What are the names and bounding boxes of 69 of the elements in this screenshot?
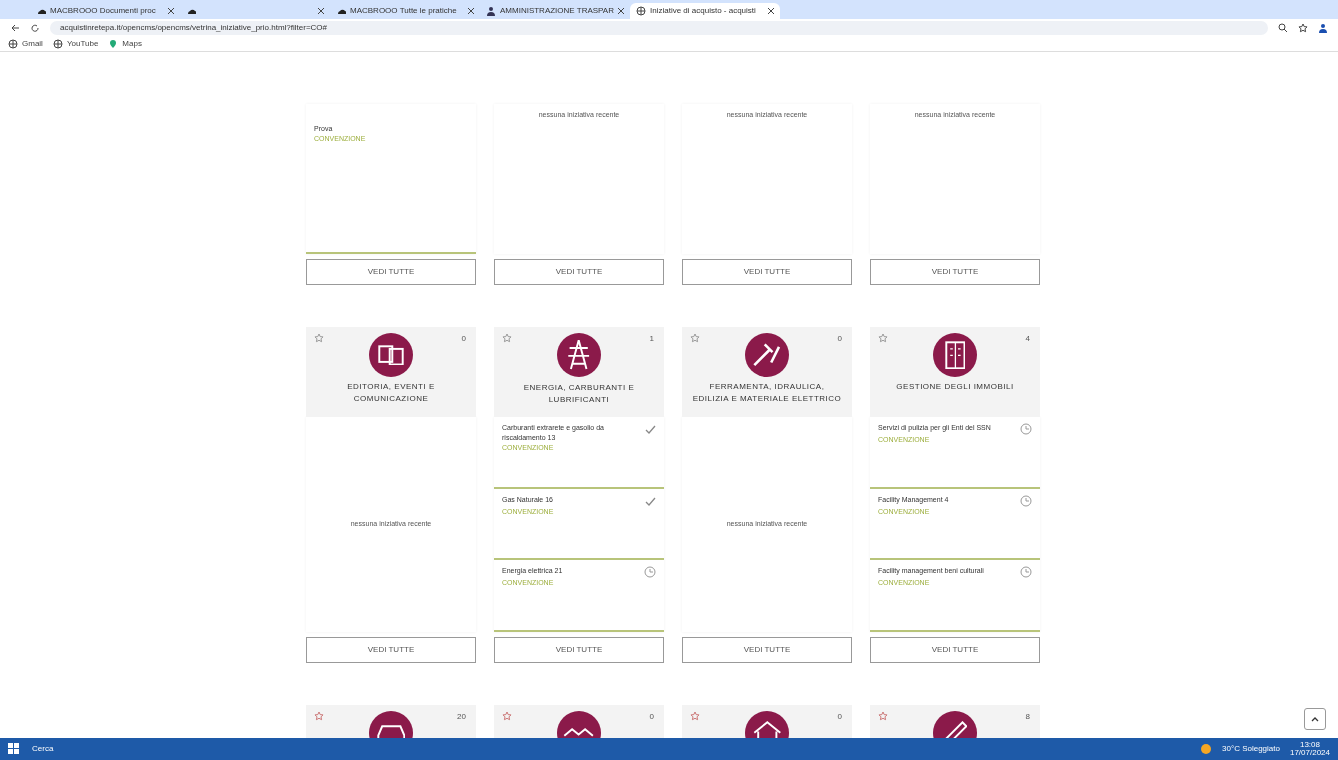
browser-tab[interactable]: Iniziative di acquisto - acquisti	[630, 3, 780, 19]
count-label: 1	[649, 333, 654, 345]
star-icon[interactable]	[502, 711, 512, 721]
check-icon	[644, 423, 656, 435]
house-icon	[752, 720, 782, 738]
books-icon	[378, 344, 404, 366]
taskbar-search-field[interactable]: Cerca	[30, 742, 210, 756]
pin-icon	[108, 38, 119, 49]
close-icon[interactable]	[768, 8, 774, 14]
count-label: 0	[837, 333, 842, 345]
category-title: FERRAMENTA, IDRAULICA, EDILIZIA E MATERIALE ELETTRICO	[691, 381, 843, 405]
person-icon	[486, 6, 496, 16]
building-icon	[944, 340, 966, 370]
star-icon[interactable]	[690, 333, 700, 343]
bookmark[interactable]: YouTube	[52, 37, 99, 50]
back-icon[interactable]	[10, 22, 20, 33]
globe-icon	[8, 38, 18, 49]
browser-tab[interactable]: MACBROOO Tutte le pratiche	[330, 3, 480, 19]
tools-icon	[753, 343, 781, 367]
clock-date: 17/07/2024	[1289, 749, 1330, 757]
pylon-icon	[567, 339, 591, 371]
star-icon[interactable]	[690, 711, 700, 721]
view-all-button[interactable]: VEDI TUTTE	[870, 259, 1040, 285]
category-title: GESTIONE DEGLI IMMOBILI	[895, 381, 1015, 393]
bookmark[interactable]: Gmail	[8, 37, 43, 50]
count-label: 0	[649, 711, 654, 723]
star-icon[interactable]	[878, 333, 888, 343]
zoom-icon[interactable]	[1278, 22, 1288, 33]
reload-icon[interactable]	[30, 22, 40, 33]
bookmark[interactable]: Maps	[108, 37, 142, 50]
count-label: 0	[837, 711, 842, 723]
browser-tab[interactable]: MACBROOO Documenti proc	[30, 3, 180, 19]
start-icon[interactable]	[8, 743, 20, 755]
view-all-button[interactable]: VEDI TUTTE	[682, 259, 852, 285]
clock-time: 13:08	[1298, 741, 1321, 749]
count-label: 0	[461, 333, 466, 345]
browser-tab[interactable]: AMMINISTRAZIONE TRASPAR	[480, 3, 630, 19]
weather-label: 30°C Soleggiato	[1222, 743, 1280, 755]
car-icon	[376, 724, 406, 738]
count-label: 4	[1025, 333, 1030, 345]
category-title: ENERGIA, CARBURANTI E LUBRIFICANTI	[522, 381, 636, 406]
star-icon[interactable]	[1298, 22, 1308, 33]
count-label: 8	[1025, 711, 1030, 723]
star-icon[interactable]	[878, 711, 888, 721]
clock-icon	[1020, 423, 1032, 435]
star-icon[interactable]	[502, 333, 512, 343]
clock-icon	[1020, 494, 1032, 507]
profile-icon[interactable]	[1318, 22, 1328, 33]
globe-icon	[52, 38, 63, 49]
close-icon[interactable]	[618, 8, 624, 14]
address-field[interactable]: acquistinretepa.it/opencms/opencms/vetrina_iniziative_prio.html?filter=CO#	[50, 20, 1268, 35]
close-icon[interactable]	[318, 8, 324, 14]
view-all-button[interactable]: VEDI TUTTE	[306, 259, 476, 285]
star-icon[interactable]	[314, 711, 324, 721]
clock-icon	[1020, 566, 1032, 579]
view-all-button[interactable]: VEDI TUTTE	[682, 637, 852, 663]
close-icon[interactable]	[468, 8, 474, 14]
clock-icon	[644, 566, 656, 579]
close-icon[interactable]	[168, 8, 174, 14]
view-all-button[interactable]: VEDI TUTTE	[494, 259, 664, 285]
view-all-button[interactable]: VEDI TUTTE	[870, 637, 1040, 663]
scroll-top-button[interactable]	[1304, 708, 1326, 730]
sun-icon	[1200, 743, 1213, 755]
star-icon[interactable]	[314, 333, 324, 343]
category-title: EDITORIA, EVENTI E COMUNICAZIONE	[346, 381, 436, 405]
view-all-button[interactable]: VEDI TUTTE	[306, 637, 476, 663]
globe-icon	[636, 6, 646, 16]
count-label: 20	[457, 711, 466, 723]
view-all-button[interactable]: VEDI TUTTE	[494, 637, 664, 663]
